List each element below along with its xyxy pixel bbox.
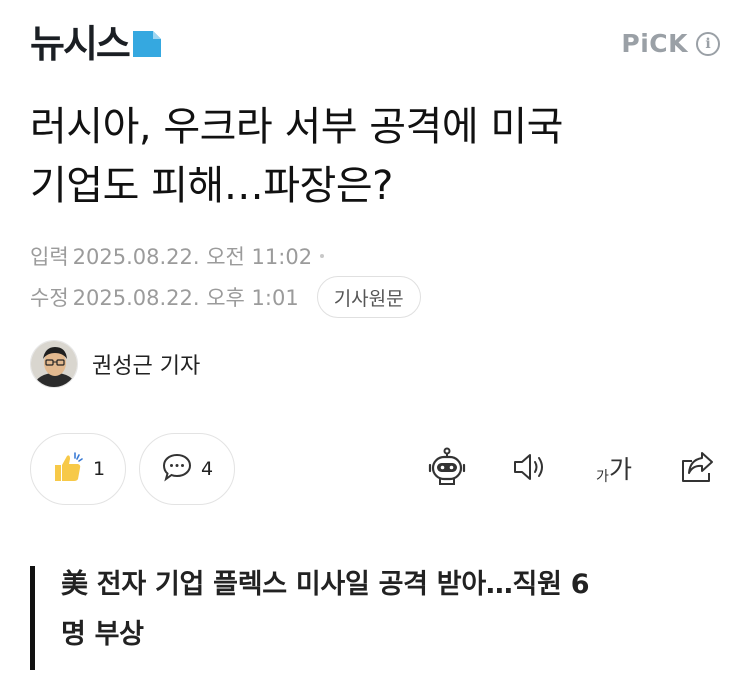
pick-badge[interactable]: PiCK i xyxy=(621,29,720,58)
pick-label: PiCK xyxy=(621,29,688,58)
audio-button[interactable] xyxy=(507,446,553,492)
modified-datetime: 2025.08.22. 오후 1:01 xyxy=(72,286,299,310)
original-article-button[interactable]: 기사원문 xyxy=(316,276,421,318)
font-size-button[interactable]: 가 가 xyxy=(588,446,640,492)
logo-mark-icon xyxy=(132,31,161,57)
logo-text: 뉴시스 xyxy=(30,22,131,66)
comment-button[interactable]: 4 xyxy=(139,433,235,505)
title-line-1: 러시아, 우크라 서부 공격에 미국 xyxy=(30,104,563,150)
input-date-row: 입력 2025.08.22. 오전 11:02 xyxy=(30,240,325,272)
article-page: 뉴시스 PiCK i 러시아, 우크라 서부 공격에 미국 기업도 피해…파장은… xyxy=(0,0,750,674)
reporter-byline[interactable]: 권성근 기자 xyxy=(30,340,200,388)
modified-date-row: 수정 2025.08.22. 오후 1:01 기사원문 xyxy=(30,276,421,318)
article-title: 러시아, 우크라 서부 공격에 미국 기업도 피해…파장은? xyxy=(30,98,720,216)
modified-label: 수정 xyxy=(30,286,69,310)
thumbs-up-icon xyxy=(51,450,85,488)
reporter-avatar xyxy=(30,340,78,388)
summary-line-1: 美 전자 기업 플렉스 미사일 공격 받아…직원 6 xyxy=(61,569,590,600)
newsis-logo[interactable]: 뉴시스 xyxy=(30,20,161,68)
like-count: 1 xyxy=(92,458,106,480)
title-line-2: 기업도 피해…파장은? xyxy=(30,163,393,209)
header: 뉴시스 PiCK i xyxy=(0,0,750,90)
share-button[interactable] xyxy=(674,446,720,492)
comment-count: 4 xyxy=(200,458,214,480)
input-datetime: 2025.08.22. 오전 11:02 xyxy=(72,245,313,269)
input-label: 입력 xyxy=(30,245,69,269)
summary-line-2: 명 부상 xyxy=(61,619,144,650)
speaker-icon xyxy=(510,449,550,489)
font-size-small: 가 xyxy=(596,469,609,485)
separator-dot xyxy=(320,254,325,258)
reporter-name: 권성근 기자 xyxy=(92,354,201,379)
info-icon[interactable]: i xyxy=(696,31,720,56)
share-icon xyxy=(678,449,716,489)
like-button[interactable]: 1 xyxy=(30,433,126,505)
summary-text: 美 전자 기업 플렉스 미사일 공격 받아…직원 6 명 부상 xyxy=(61,560,720,660)
comment-icon xyxy=(161,452,193,486)
summary-bot-button[interactable] xyxy=(424,446,470,492)
robot-summary-icon xyxy=(426,446,468,492)
font-size-big: 가 xyxy=(608,455,632,484)
article-summary-quote: 美 전자 기업 플렉스 미사일 공격 받아…직원 6 명 부상 xyxy=(30,566,720,670)
